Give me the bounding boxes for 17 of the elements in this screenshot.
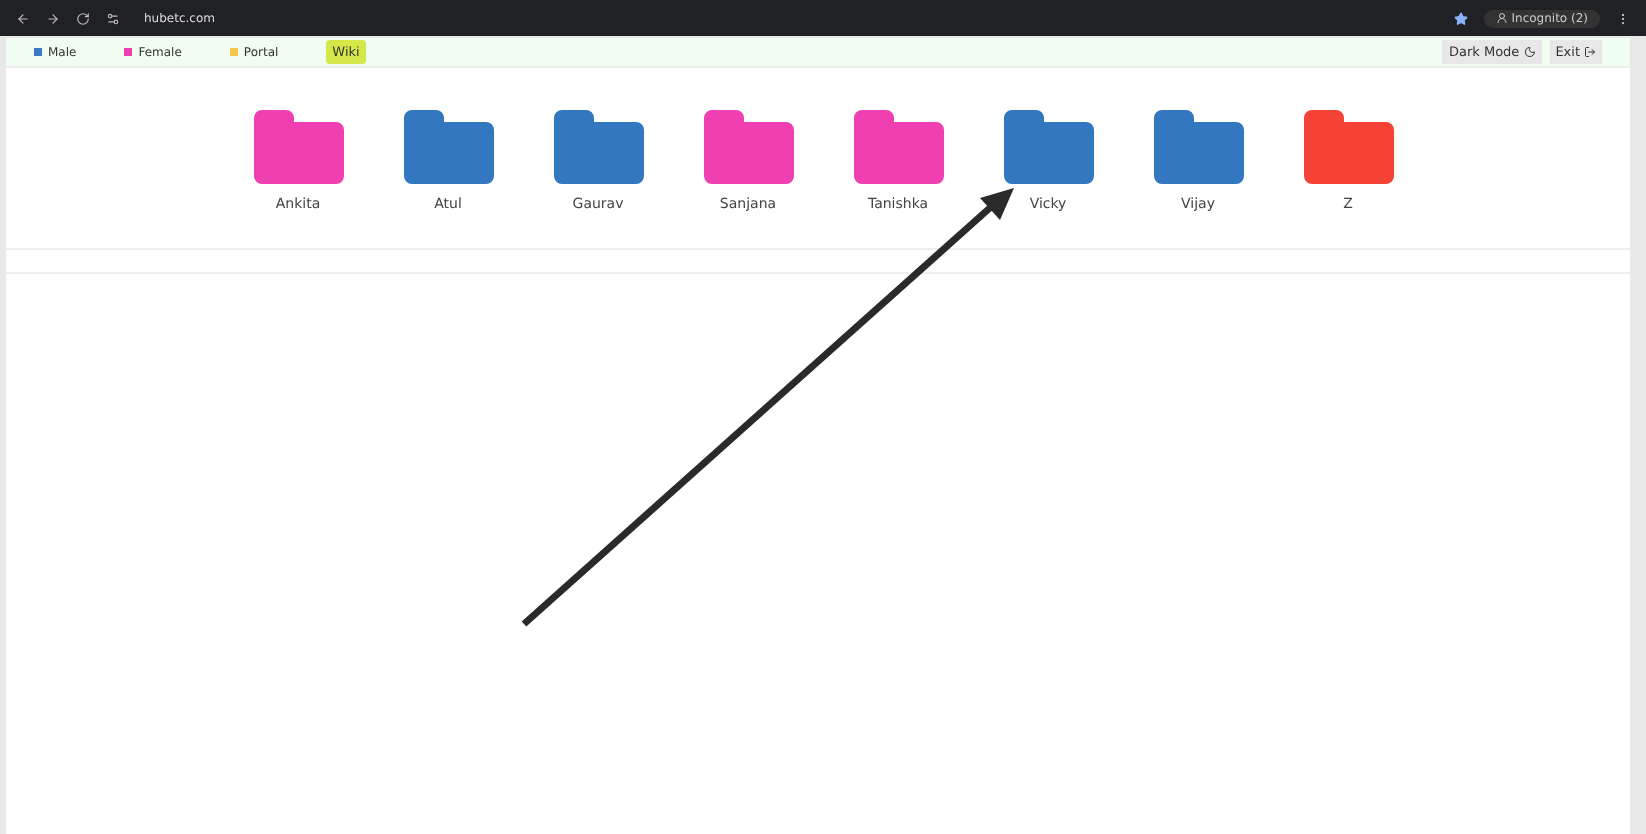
back-icon[interactable] xyxy=(16,11,30,25)
exit-icon xyxy=(1584,46,1596,58)
moon-icon xyxy=(1523,46,1536,58)
folder-icon[interactable] xyxy=(853,110,943,184)
folder-icon[interactable] xyxy=(703,110,793,184)
forward-icon[interactable] xyxy=(46,11,60,25)
folder-icon[interactable] xyxy=(553,110,643,184)
reload-icon[interactable] xyxy=(76,11,90,25)
site-settings-icon[interactable] xyxy=(106,11,120,25)
bookmark-star-icon[interactable] xyxy=(1453,11,1468,25)
menu-icon[interactable] xyxy=(1616,11,1630,25)
folder-icon[interactable] xyxy=(1003,110,1093,184)
folder-icon[interactable] xyxy=(253,110,343,184)
folder-icon[interactable] xyxy=(403,110,493,184)
folder-icon[interactable] xyxy=(1153,110,1243,184)
person-icon xyxy=(1495,12,1508,24)
folder-icon[interactable] xyxy=(1303,110,1393,184)
